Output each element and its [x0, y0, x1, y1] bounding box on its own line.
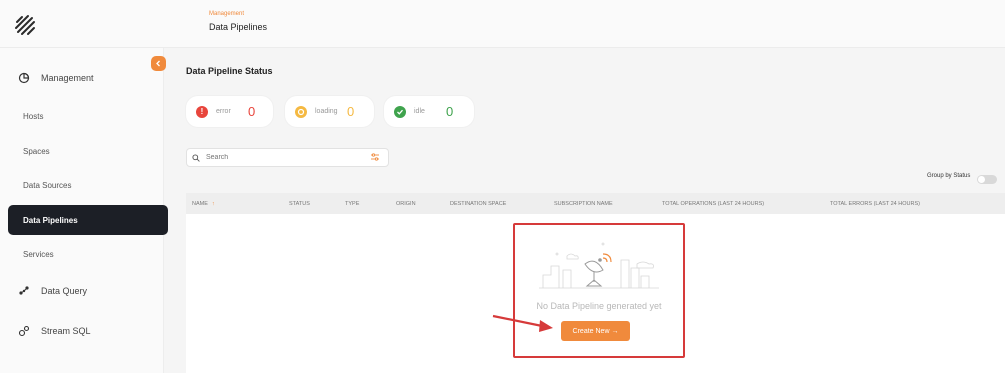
annotation-arrow-icon — [492, 314, 553, 332]
exclamation-icon: ! — [196, 105, 208, 118]
group-by-status-toggle[interactable] — [977, 175, 997, 184]
status-count: 0 — [347, 104, 355, 119]
empty-state-message: No Data Pipeline generated yet — [536, 301, 662, 311]
sidebar-item-stream-sql[interactable]: Stream SQL — [8, 316, 153, 346]
sidebar-item-label: Stream SQL — [41, 326, 91, 336]
status-count: 0 — [446, 104, 454, 119]
sidebar-item-data-query[interactable]: Data Query — [8, 276, 153, 306]
table-header: NAME ↑ STATUS TYPE ORIGIN DESTINATION SPA… — [186, 193, 1005, 214]
create-new-button[interactable]: Create New → — [561, 321, 630, 341]
column-header-origin[interactable]: ORIGIN — [396, 201, 416, 207]
sidebar: Management Hosts Spaces Data Sources Dat… — [0, 0, 168, 373]
sidebar-item-label: Services — [23, 249, 54, 259]
sidebar-item-label: Data Query — [41, 286, 88, 296]
loading-icon — [295, 105, 307, 118]
query-icon — [17, 284, 31, 298]
column-header-subscription-name[interactable]: SUBSCRIPTION NAME — [554, 201, 613, 207]
search-input[interactable] — [204, 153, 358, 162]
status-count: 0 — [248, 104, 256, 119]
page-title: Data Pipelines — [209, 22, 268, 32]
sidebar-item-spaces[interactable]: Spaces — [8, 136, 168, 166]
empty-state-highlight: No Data Pipeline generated yet Create Ne… — [513, 223, 685, 358]
sidebar-divider — [0, 47, 163, 48]
breadcrumb[interactable]: Management — [209, 11, 244, 17]
logo-icon[interactable] — [14, 14, 36, 36]
sidebar-item-label: Data Sources — [23, 180, 72, 190]
status-card-idle[interactable]: idle 0 — [384, 96, 474, 127]
sidebar-item-data-pipelines[interactable]: Data Pipelines — [8, 205, 168, 235]
sidebar-item-hosts[interactable]: Hosts — [8, 101, 168, 131]
sidebar-item-services[interactable]: Services — [8, 239, 168, 269]
column-header-total-errors[interactable]: TOTAL ERRORS (LAST 24 HOURS) — [830, 201, 920, 207]
satellite-dish-city-illustration — [539, 242, 659, 289]
sidebar-item-management[interactable]: Management — [8, 63, 153, 93]
chevron-left-icon — [156, 60, 160, 67]
column-header-destination-space[interactable]: DESTINATION SPACE — [450, 201, 506, 207]
sidebar-item-label: Data Pipelines — [23, 215, 78, 225]
column-header-total-operations[interactable]: TOTAL OPERATIONS (LAST 24 HOURS) — [662, 201, 764, 207]
status-label: loading — [315, 108, 338, 115]
page-header: Management Data Pipelines — [163, 0, 1005, 48]
filter-sliders-icon[interactable] — [370, 152, 380, 162]
sidebar-item-data-sources[interactable]: Data Sources — [8, 170, 168, 200]
stream-sql-icon — [17, 324, 31, 338]
group-by-status-label: Group by Status — [927, 173, 971, 179]
status-label: idle — [414, 108, 425, 115]
search-box[interactable] — [186, 148, 389, 167]
status-card-loading[interactable]: loading 0 — [285, 96, 374, 127]
toggle-knob — [978, 176, 985, 183]
column-header-name[interactable]: NAME ↑ — [192, 201, 215, 207]
column-header-type[interactable]: TYPE — [345, 201, 359, 207]
status-card-error[interactable]: ! error 0 — [186, 96, 273, 127]
sort-up-arrow-icon[interactable]: ↑ — [212, 201, 215, 207]
collapse-sidebar-button[interactable] — [151, 56, 166, 71]
status-section-title: Data Pipeline Status — [186, 66, 273, 76]
sidebar-item-label: Hosts — [23, 111, 44, 121]
dashboard-gauge-icon — [17, 71, 31, 85]
check-icon — [394, 105, 406, 118]
column-header-status[interactable]: STATUS — [289, 201, 310, 207]
sidebar-item-label: Management — [41, 73, 94, 83]
status-label: error — [216, 108, 231, 115]
sidebar-item-label: Spaces — [23, 146, 50, 156]
search-icon — [192, 153, 200, 162]
